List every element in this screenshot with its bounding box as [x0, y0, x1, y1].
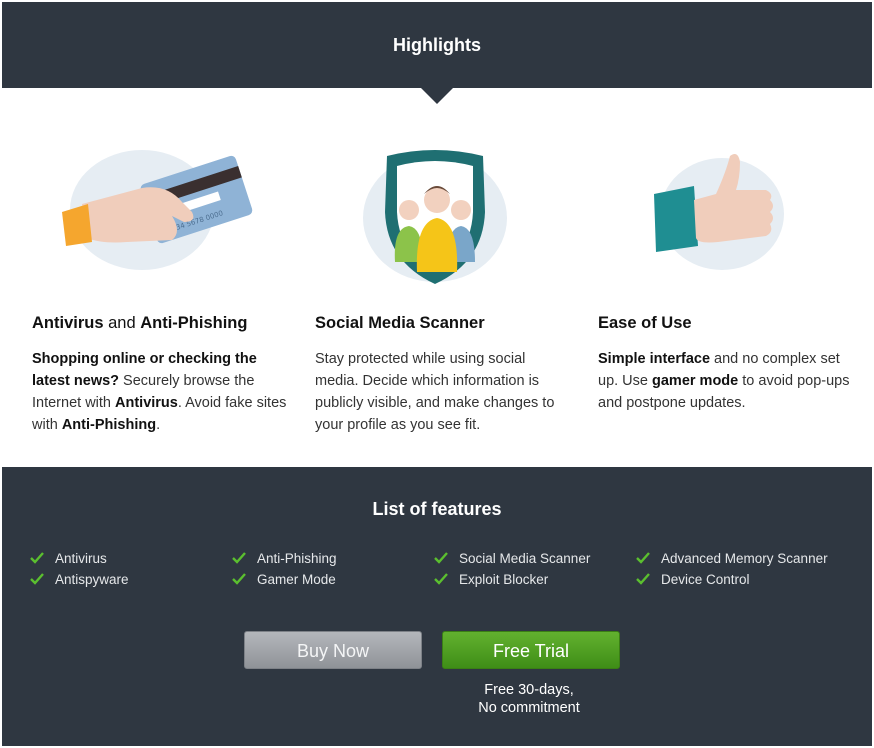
free-trial-button[interactable]: Free Trial	[442, 631, 620, 669]
check-icon	[434, 552, 448, 564]
features-title: List of features	[372, 499, 502, 519]
ease-of-use-description: Simple interface and no complex set up. …	[598, 351, 850, 411]
highlights-header: Highlights	[2, 2, 872, 88]
check-icon	[636, 573, 650, 585]
features-section: List of features Antivirus Anti-Phishing…	[2, 467, 872, 746]
feature-item: Social Media Scanner	[434, 549, 590, 569]
check-icon	[434, 573, 448, 585]
header-caret	[421, 88, 453, 104]
thumbs-up-illustration	[654, 154, 784, 270]
check-icon	[30, 552, 44, 564]
trial-note: Free 30-days, No commitment	[442, 681, 616, 717]
check-icon	[30, 573, 44, 585]
check-icon	[232, 573, 246, 585]
social-media-title: Social Media Scanner	[315, 314, 485, 332]
feature-item: Antispyware	[30, 570, 129, 590]
highlights-title: Highlights	[393, 35, 481, 55]
feature-item: Antivirus	[30, 549, 107, 569]
shield-family-illustration	[363, 150, 507, 284]
check-icon	[232, 552, 246, 564]
feature-item: Exploit Blocker	[434, 570, 548, 590]
page-frame: Highlights 1234 5678 0000 Antivirus and …	[2, 2, 872, 746]
feature-item: Anti-Phishing	[232, 549, 337, 569]
antivirus-description: Shopping online or checking the latest n…	[32, 351, 287, 433]
buy-now-button[interactable]: Buy Now	[244, 631, 422, 669]
features-list: Antivirus Anti-Phishing Social Media Sca…	[30, 549, 860, 593]
antivirus-title: Antivirus and Anti-Phishing	[32, 314, 248, 332]
social-media-description: Stay protected while using social media.…	[315, 351, 555, 433]
check-icon	[636, 552, 650, 564]
feature-item: Gamer Mode	[232, 570, 336, 590]
ease-of-use-title: Ease of Use	[598, 314, 692, 332]
trial-note-line1: Free 30-days,	[484, 682, 574, 698]
trial-note-line2: No commitment	[478, 700, 580, 716]
credit-card-hand-illustration: 1234 5678 0000	[62, 150, 253, 270]
feature-item: Advanced Memory Scanner	[636, 549, 828, 569]
feature-item: Device Control	[636, 570, 750, 590]
